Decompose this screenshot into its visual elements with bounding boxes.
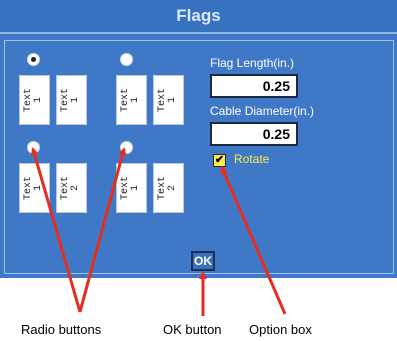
flags-dialog: Flags Text 1 Text 1 Text 1 Text 1 Text 1 Text…	[0, 0, 397, 278]
cable-diameter-input[interactable]: 0.25	[210, 122, 298, 146]
flag-preview-2b: Text 1	[153, 75, 184, 125]
caption-option-box: Option box	[249, 322, 312, 337]
cable-diameter-label: Cable Diameter(in.)	[210, 104, 315, 118]
flag-length-label: Flag Length(in.)	[210, 56, 295, 70]
flag-preview-4a: Text 1	[116, 163, 147, 213]
check-icon: ✔	[214, 154, 225, 166]
flag-number: 1	[33, 96, 45, 104]
flag-preview-1b: Text 1	[56, 75, 87, 125]
flag-preview-3a: Text 1	[19, 163, 50, 213]
dialog-title: Flags	[0, 0, 397, 34]
flag-number: 1	[130, 96, 142, 104]
flag-number: 1	[33, 184, 45, 192]
flag-number: 2	[70, 184, 82, 192]
flag-number: 1	[167, 96, 179, 104]
flag-number: 1	[70, 96, 82, 104]
ok-button[interactable]: OK	[191, 251, 215, 271]
flag-number: 1	[130, 184, 142, 192]
rotate-label: Rotate	[234, 152, 270, 166]
rotate-checkbox[interactable]: ✔	[213, 154, 226, 167]
flag-preview-4b: Text 2	[153, 163, 184, 213]
radio-option-4[interactable]	[120, 141, 133, 154]
flag-preview-1a: Text 1	[19, 75, 50, 125]
radio-selected-dot	[31, 57, 36, 62]
flag-preview-2a: Text 1	[116, 75, 147, 125]
flag-preview-3b: Text 2	[56, 163, 87, 213]
radio-option-1[interactable]	[27, 53, 40, 66]
caption-radio-buttons: Radio buttons	[21, 322, 102, 337]
flag-length-input[interactable]: 0.25	[210, 74, 298, 98]
radio-option-2[interactable]	[120, 53, 133, 66]
radio-option-3[interactable]	[27, 141, 40, 154]
flag-number: 2	[167, 184, 179, 192]
caption-ok-button: OK button	[163, 322, 222, 337]
